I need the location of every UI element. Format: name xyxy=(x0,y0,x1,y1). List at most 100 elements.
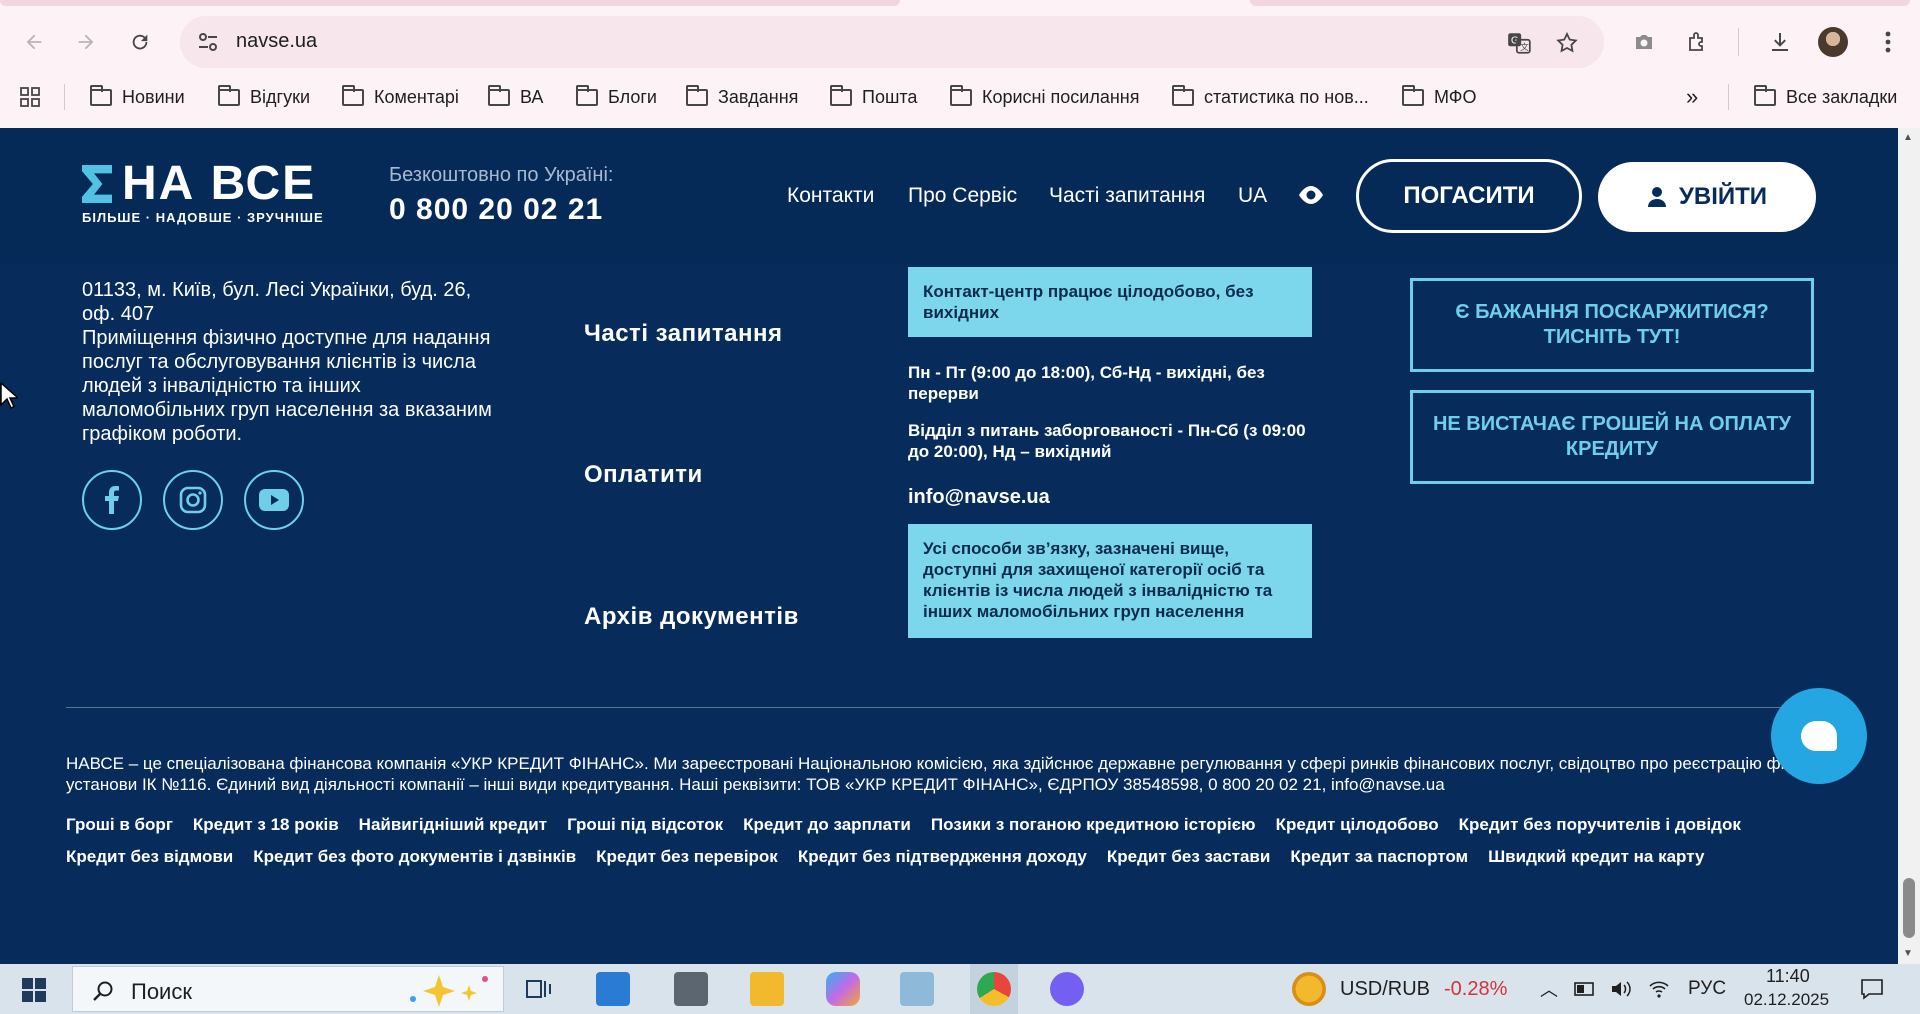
seo-link[interactable]: Кредит без перевірок xyxy=(596,847,778,867)
url-text[interactable]: navse.ua xyxy=(236,30,317,53)
windows-start-icon[interactable] xyxy=(22,978,46,1002)
mouse-cursor-icon xyxy=(0,382,18,410)
camera-icon[interactable] xyxy=(1624,22,1664,62)
hotline: Безкоштовно по Україні: 0 800 20 02 21 xyxy=(389,164,613,227)
address-bar[interactable]: navse.ua G文 xyxy=(180,16,1604,68)
bookmark-label: статистика по нов... xyxy=(1204,86,1369,107)
seo-link[interactable]: Гроші в борг xyxy=(66,815,173,835)
forward-button[interactable] xyxy=(66,22,106,62)
back-button[interactable] xyxy=(14,22,54,62)
seo-link[interactable]: Кредит за паспортом xyxy=(1290,847,1468,867)
site-settings-icon[interactable] xyxy=(196,30,220,54)
page-scrollbar[interactable]: ▲ ▼ xyxy=(1898,128,1920,964)
eye-icon[interactable] xyxy=(1296,184,1326,206)
chat-widget-button[interactable] xyxy=(1771,688,1867,784)
seo-link[interactable]: Кредит цілодобово xyxy=(1276,815,1439,835)
seo-link[interactable]: Гроші під відсоток xyxy=(567,815,723,835)
seo-link[interactable]: Кредит без застави xyxy=(1107,847,1270,867)
folder-icon xyxy=(1172,84,1194,106)
chrome-icon[interactable] xyxy=(977,972,1011,1006)
seo-link[interactable]: Позики з поганою кредитною історією xyxy=(931,815,1256,835)
nav-contacts-link[interactable]: Контакти xyxy=(787,184,874,208)
microsoft-store-icon[interactable] xyxy=(596,972,630,1006)
not-enough-money-button[interactable]: НЕ ВИСТАЧАЄ ГРОШЕЙ НА ОПЛАТУ КРЕДИТУ xyxy=(1410,390,1814,484)
copilot-icon[interactable] xyxy=(826,972,860,1006)
translate-icon[interactable]: G文 xyxy=(1506,30,1532,56)
pay-button[interactable]: ПОГАСИТИ xyxy=(1356,159,1582,233)
wifi-icon[interactable] xyxy=(1648,978,1670,1000)
input-language[interactable]: РУС xyxy=(1688,978,1726,1000)
documents-archive-link[interactable]: Архів документів xyxy=(584,603,799,631)
folder-icon xyxy=(90,84,112,106)
task-view-icon[interactable] xyxy=(522,972,556,1006)
bookmark-folder[interactable]: ВА xyxy=(488,78,543,116)
scroll-up-icon[interactable]: ▲ xyxy=(1903,132,1913,143)
site-header: НА ВСЕ БІЛЬШЕ · НАДОВШЕ · ЗРУЧНІШЕ Безко… xyxy=(0,128,1898,264)
seo-link[interactable]: Кредит без підтвердження доходу xyxy=(798,847,1087,867)
faq-link[interactable]: Часті запитання xyxy=(584,320,782,348)
site-logo[interactable]: НА ВСЕ БІЛЬШЕ · НАДОВШЕ · ЗРУЧНІШЕ xyxy=(82,160,324,225)
tab-edge[interactable] xyxy=(1250,0,1910,6)
calculator-icon[interactable] xyxy=(674,972,708,1006)
svg-text:文: 文 xyxy=(1520,41,1529,53)
instagram-link[interactable] xyxy=(163,470,223,530)
bookmark-folder[interactable]: Завдання xyxy=(686,78,798,116)
bookmark-folder[interactable]: Блоги xyxy=(576,78,657,116)
login-button[interactable]: УВІЙТИ xyxy=(1598,162,1816,232)
notes-app-icon[interactable] xyxy=(900,972,934,1006)
bookmarks-overflow-button[interactable]: » xyxy=(1686,78,1698,116)
facebook-link[interactable] xyxy=(82,470,142,530)
nav-faq-link[interactable]: Часті запитання xyxy=(1049,184,1205,208)
bookmark-folder[interactable]: Новини xyxy=(90,78,185,116)
download-icon[interactable] xyxy=(1760,22,1800,62)
bookmark-label: Блоги xyxy=(608,86,657,107)
seo-link[interactable]: Кредит без фото документів і дзвінків xyxy=(253,847,576,867)
kebab-menu-icon[interactable] xyxy=(1868,22,1908,62)
youtube-link[interactable] xyxy=(244,470,304,530)
web-page: НА ВСЕ БІЛЬШЕ · НАДОВШЕ · ЗРУЧНІШЕ Безко… xyxy=(0,128,1898,964)
seo-link[interactable]: Кредит без поручителів і довідок xyxy=(1459,815,1741,835)
currency-change: -0.28% xyxy=(1444,978,1508,1000)
clock-time[interactable]: 11:40 xyxy=(1766,966,1810,987)
arrow-right-icon xyxy=(78,34,94,50)
bookmark-folder[interactable]: МФО xyxy=(1402,78,1476,116)
bookmarks-separator xyxy=(1728,84,1729,110)
apps-grid-icon[interactable] xyxy=(18,78,42,116)
complaint-button[interactable]: Є БАЖАННЯ ПОСКАРЖИТИСЯ? ТИСНІТЬ ТУТ! xyxy=(1410,278,1814,372)
currency-coins-icon xyxy=(1292,972,1326,1006)
seo-link[interactable]: Кредит з 18 років xyxy=(193,815,339,835)
viber-icon[interactable] xyxy=(1050,972,1084,1006)
bookmark-folder[interactable]: Коментарі xyxy=(342,78,459,116)
reload-button[interactable] xyxy=(120,22,160,62)
seo-link[interactable]: Найвигідніший кредит xyxy=(359,815,547,835)
scroll-thumb[interactable] xyxy=(1903,878,1915,938)
bookmark-folder[interactable]: Пошта xyxy=(830,78,917,116)
battery-icon[interactable] xyxy=(1574,979,1596,999)
seo-link[interactable]: Швидкий кредит на карту xyxy=(1488,847,1704,867)
tab-edge[interactable] xyxy=(0,0,900,6)
tray-chevron-icon[interactable]: ︿ xyxy=(1540,976,1558,1002)
seo-link[interactable]: Кредит без відмови xyxy=(66,847,233,867)
clock-date[interactable]: 02.12.2025 xyxy=(1744,990,1829,1010)
taskbar-search[interactable]: Поиск xyxy=(72,966,504,1012)
bookmark-star-icon[interactable] xyxy=(1554,30,1580,56)
all-bookmarks-folder[interactable]: Все закладки xyxy=(1754,78,1897,116)
notifications-icon[interactable] xyxy=(1860,978,1884,1000)
currency-pair[interactable]: USD/RUB xyxy=(1340,978,1430,1001)
accessibility-text: Приміщення фізично доступне для надання … xyxy=(82,327,492,445)
folder-icon xyxy=(950,84,972,106)
email-link[interactable]: info@navse.ua xyxy=(908,486,1050,509)
nav-about-link[interactable]: Про Сервіс xyxy=(908,184,1017,208)
bookmark-folder[interactable]: Відгуки xyxy=(218,78,310,116)
hotline-phone[interactable]: 0 800 20 02 21 xyxy=(389,193,613,227)
seo-link[interactable]: Кредит до зарплати xyxy=(743,815,911,835)
profile-avatar[interactable] xyxy=(1818,27,1848,57)
pay-link[interactable]: Оплатити xyxy=(584,461,703,489)
extensions-icon[interactable] xyxy=(1678,22,1718,62)
scroll-down-icon[interactable]: ▼ xyxy=(1903,948,1913,959)
bookmark-folder[interactable]: Корисні посилання xyxy=(950,78,1139,116)
bookmark-folder[interactable]: статистика по нов... xyxy=(1172,78,1369,116)
file-explorer-icon[interactable] xyxy=(750,972,784,1006)
volume-icon[interactable] xyxy=(1610,978,1632,1000)
language-switcher[interactable]: UA xyxy=(1238,184,1267,208)
